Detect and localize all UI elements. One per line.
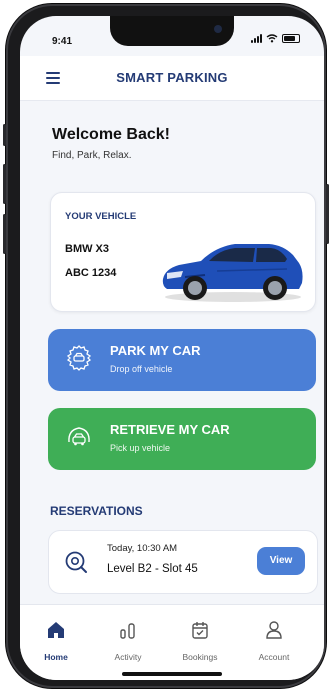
screen: 9:41 SMART PARKING Welcome Back! Find, P…	[20, 16, 324, 680]
bottom-tab-bar: Home Activity Bookings Account	[20, 604, 324, 680]
vehicle-model: BMW X3	[65, 243, 109, 255]
retrieve-my-car-button[interactable]: RETRIEVE MY CAR Pick up vehicle	[48, 408, 316, 470]
activity-icon	[120, 623, 135, 639]
phone-frame: 9:41 SMART PARKING Welcome Back! Find, P…	[3, 4, 329, 688]
tab-home-label: Home	[44, 652, 68, 662]
app-title: SMART PARKING	[116, 70, 228, 85]
mute-switch	[3, 124, 6, 146]
notch	[110, 16, 234, 46]
tab-home[interactable]: Home	[24, 619, 88, 665]
welcome-tagline: Find, Park, Relax.	[52, 150, 132, 161]
wifi-icon	[266, 34, 278, 43]
parking-clock-icon	[65, 551, 87, 573]
home-icon	[48, 622, 64, 638]
reservation-time: Today, 10:30 AM	[107, 543, 178, 554]
volume-down-button	[3, 214, 6, 254]
signal-icon	[251, 34, 262, 43]
park-car-icon	[66, 345, 92, 371]
vehicle-card[interactable]: YOUR VEHICLE BMW X3 ABC 1234	[50, 192, 316, 312]
reservation-slot: Level B2 - Slot 45	[107, 563, 198, 575]
tab-activity[interactable]: Activity	[96, 619, 160, 665]
tab-activity-label: Activity	[114, 652, 142, 662]
vehicle-label: YOUR VEHICLE	[65, 211, 137, 222]
status-icons	[251, 34, 300, 43]
retrieve-button-subtitle: Pick up vehicle	[110, 443, 171, 453]
account-icon	[266, 621, 282, 639]
park-button-title: PARK MY CAR	[110, 343, 201, 358]
vehicle-plate: ABC 1234	[65, 267, 117, 279]
park-button-subtitle: Drop off vehicle	[110, 364, 173, 374]
tab-bookings-label: Bookings	[182, 652, 218, 662]
tab-account-label: Account	[258, 652, 290, 662]
battery-icon	[282, 34, 300, 43]
view-reservation-button[interactable]: View	[257, 547, 305, 575]
tab-bookings[interactable]: Bookings	[168, 619, 232, 665]
tab-account[interactable]: Account	[242, 619, 306, 665]
home-indicator	[122, 672, 222, 676]
bookings-icon	[192, 622, 208, 639]
retrieve-button-title: RETRIEVE MY CAR	[110, 422, 230, 437]
status-time: 9:41	[52, 36, 73, 47]
reservations-title: RESERVATIONS	[50, 504, 143, 518]
app-header: SMART PARKING	[20, 56, 324, 101]
camera-icon	[214, 25, 222, 33]
park-my-car-button[interactable]: PARK MY CAR Drop off vehicle	[48, 329, 316, 391]
power-button	[326, 184, 329, 244]
welcome-title: Welcome Back!	[52, 126, 170, 143]
retrieve-car-icon	[68, 427, 90, 446]
car-image	[162, 244, 303, 302]
volume-up-button	[3, 164, 6, 204]
reservation-card[interactable]: Today, 10:30 AM Level B2 - Slot 45 View	[48, 530, 318, 594]
